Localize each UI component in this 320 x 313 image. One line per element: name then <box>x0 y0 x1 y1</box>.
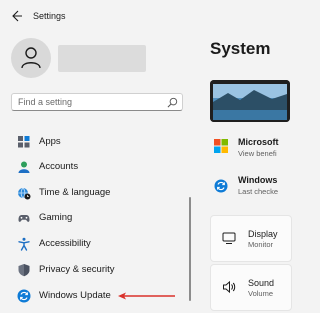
accessibility-icon <box>18 237 30 251</box>
person-icon <box>21 47 41 69</box>
card-subtitle: Volume <box>248 289 274 298</box>
sound-settings-card[interactable]: Sound Volume <box>210 264 292 311</box>
accounts-icon <box>18 161 30 173</box>
row-title: Microsoft <box>238 137 279 147</box>
display-settings-card[interactable]: Display Monitor <box>210 215 292 262</box>
row-subtitle: View benefi <box>238 149 277 158</box>
search-icon[interactable] <box>167 97 178 108</box>
apps-icon <box>18 136 30 148</box>
sidebar-item-label: Accounts <box>39 161 79 172</box>
sidebar-item-time-language[interactable]: Time & language <box>6 181 182 205</box>
monitor-icon <box>222 232 236 244</box>
sidebar-item-label: Privacy & security <box>39 264 115 275</box>
annotation-arrow <box>118 292 175 300</box>
row-title: Windows <box>238 175 278 185</box>
speaker-icon <box>223 280 236 294</box>
card-title: Display <box>248 229 278 239</box>
card-title: Sound <box>248 278 275 288</box>
sidebar-item-label: Time & language <box>39 187 111 198</box>
app-title: Settings <box>33 11 66 21</box>
page-title: System <box>210 39 271 58</box>
sidebar-item-privacy-security[interactable]: Privacy & security <box>6 258 182 282</box>
search-box[interactable] <box>11 93 183 111</box>
sidebar-item-label: Windows Update <box>39 290 111 301</box>
username-redacted <box>58 45 146 72</box>
avatar[interactable] <box>11 38 51 78</box>
sidebar-scrollbar[interactable] <box>189 197 191 301</box>
desktop-preview[interactable] <box>210 80 290 122</box>
sidebar-item-gaming[interactable]: Gaming <box>6 206 182 230</box>
row-subtitle: Last checke <box>238 187 279 196</box>
sidebar-item-label: Gaming <box>39 212 73 223</box>
update-sync-icon <box>214 179 228 193</box>
microsoft-logo-icon <box>214 139 228 153</box>
back-arrow-icon[interactable] <box>8 8 24 24</box>
sidebar-item-accessibility[interactable]: Accessibility <box>6 232 182 256</box>
globe-clock-icon <box>18 187 31 200</box>
wallpaper-thumbnail <box>210 80 290 122</box>
sidebar-item-apps[interactable]: Apps <box>6 130 182 154</box>
sidebar-item-label: Accessibility <box>39 238 91 249</box>
title-bar: Settings <box>0 0 276 32</box>
sidebar-item-accounts[interactable]: Accounts <box>6 155 182 179</box>
controller-icon <box>18 215 30 222</box>
sidebar-item-label: Apps <box>39 136 61 147</box>
update-sync-icon <box>17 289 31 303</box>
search-input[interactable] <box>18 95 163 109</box>
shield-icon <box>18 264 30 277</box>
card-subtitle: Monitor <box>248 240 274 249</box>
